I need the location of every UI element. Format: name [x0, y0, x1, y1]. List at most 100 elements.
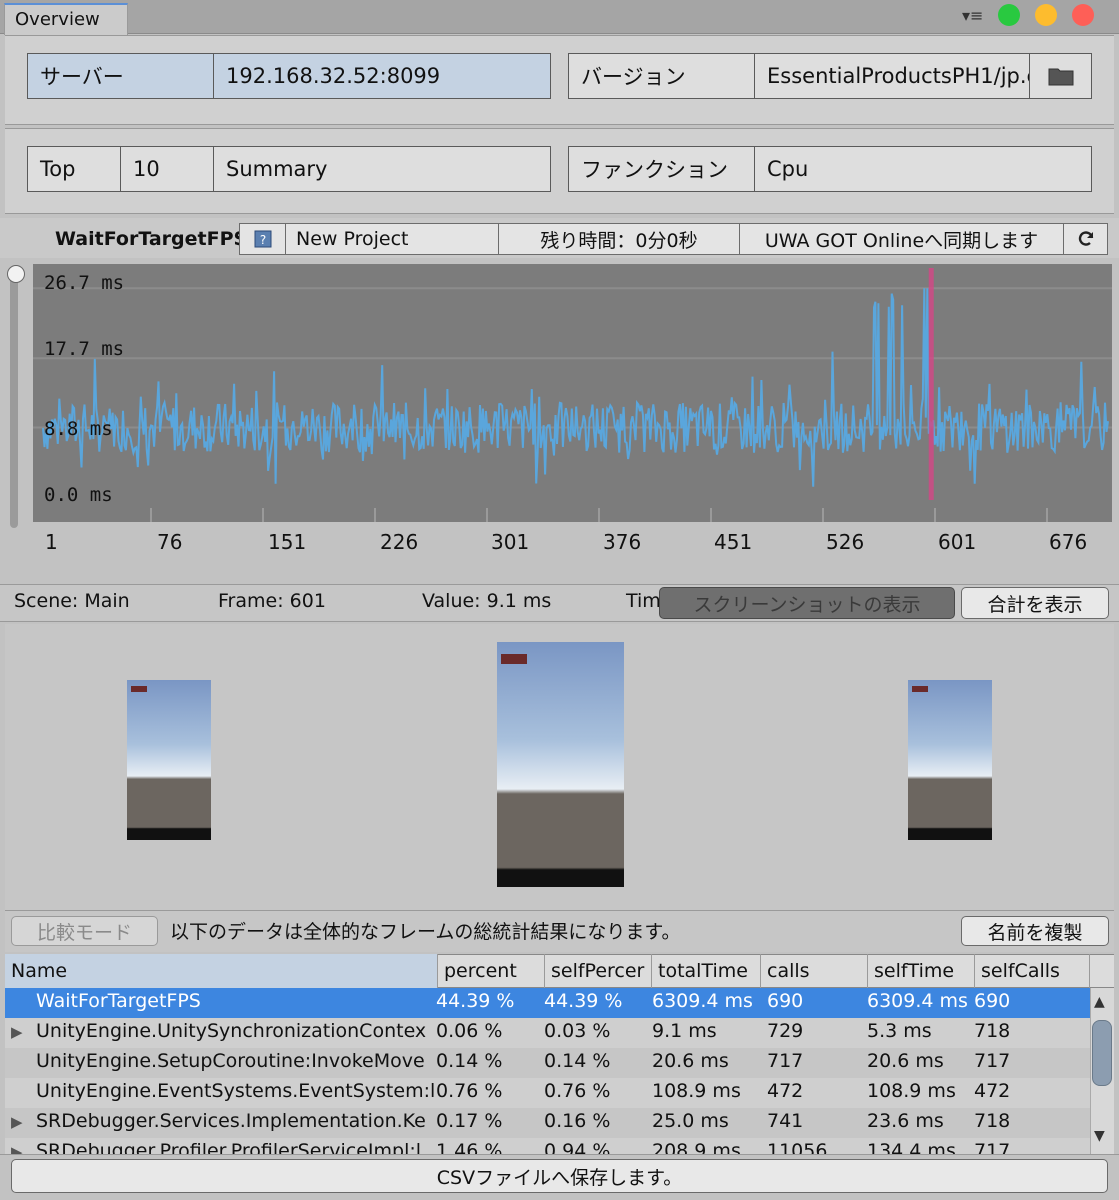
table-body: WaitForTargetFPS 44.39 % 44.39 % 6309.4 ms 6…: [0, 988, 1090, 1154]
refresh-button[interactable]: [1063, 223, 1108, 255]
column-header-selfpercent[interactable]: selfPercer: [545, 954, 652, 988]
row-totaltime: 208.9 ms: [652, 1140, 741, 1154]
row-calls: 11056: [767, 1140, 828, 1154]
table-row[interactable]: UnityEngine.EventSystems.EventSystem:l 0.…: [5, 1078, 1090, 1108]
table-row[interactable]: ▶ SRDebugger.Services.Implementation.Ke 0.…: [5, 1108, 1090, 1138]
row-name: SRDebugger.Profiler.ProfilerServiceImpl:…: [36, 1140, 422, 1154]
column-header-selftime[interactable]: selfTime: [868, 954, 975, 988]
row-percent: 1.46 %: [436, 1140, 503, 1154]
row-calls: 690: [767, 990, 804, 1012]
row-selfpercent: 0.03 %: [544, 1020, 611, 1042]
sync-online-button[interactable]: UWA GOT Onlineへ同期します: [739, 223, 1064, 255]
value-label: Value: 9.1 ms: [422, 590, 552, 612]
screenshot-thumbnail-next[interactable]: [908, 680, 992, 840]
project-icon: ?: [254, 230, 271, 248]
row-selfpercent: 0.76 %: [544, 1080, 611, 1102]
x-tick-label: 376: [603, 530, 642, 554]
time-label: Tim: [626, 590, 661, 612]
expand-arrow-icon[interactable]: ▶: [11, 1023, 23, 1041]
row-percent: 0.14 %: [436, 1050, 503, 1072]
screenshot-thumbnail-prev[interactable]: [127, 680, 211, 840]
row-selftime: 6309.4 ms: [867, 990, 968, 1012]
folder-icon: [1048, 68, 1073, 86]
function-field[interactable]: Cpu: [754, 146, 1092, 192]
column-header-totaltime[interactable]: totalTime: [652, 954, 761, 988]
column-header-selfcalls[interactable]: selfCalls: [975, 954, 1090, 988]
menu-icon[interactable]: ▾≡: [962, 6, 983, 25]
frame-time-chart[interactable]: [33, 264, 1112, 522]
vertical-slider-handle[interactable]: [7, 265, 25, 283]
scroll-up-arrow-icon[interactable]: ▲: [1094, 994, 1105, 1010]
x-tick-label: 151: [268, 530, 307, 554]
folder-button[interactable]: [1029, 53, 1092, 99]
row-selfcalls: 718: [974, 1020, 1011, 1042]
project-icon-button[interactable]: ?: [239, 223, 286, 255]
x-tick-label: 526: [826, 530, 865, 554]
svg-text:?: ?: [259, 233, 265, 247]
row-totaltime: 6309.4 ms: [652, 990, 753, 1012]
maximize-button[interactable]: [998, 4, 1020, 26]
refresh-icon: [1078, 231, 1093, 246]
chart-plot-area[interactable]: [33, 264, 1112, 522]
row-selftime: 108.9 ms: [867, 1080, 956, 1102]
mode-field[interactable]: Summary: [213, 146, 551, 192]
row-selfpercent: 44.39 %: [544, 990, 623, 1012]
scroll-down-arrow-icon[interactable]: ▼: [1094, 1128, 1105, 1144]
table-row[interactable]: ▶ SRDebugger.Profiler.ProfilerServiceImpl…: [5, 1138, 1090, 1154]
row-percent: 0.76 %: [436, 1080, 503, 1102]
show-screenshot-button[interactable]: スクリーンショットの表示: [659, 587, 955, 619]
selected-frame-marker[interactable]: [928, 268, 934, 500]
version-field[interactable]: EssentialProductsPH1/jp.c: [754, 53, 1030, 99]
table-row[interactable]: ▶ UnityEngine.UnitySynchronizationContex 0…: [5, 1018, 1090, 1048]
row-selfpercent: 0.94 %: [544, 1140, 611, 1154]
close-button[interactable]: [1072, 4, 1094, 26]
x-tick-label: 76: [157, 530, 183, 554]
y-tick-label: 26.7 ms: [44, 272, 125, 294]
row-percent: 44.39 %: [436, 990, 515, 1012]
scroll-thumb[interactable]: [1092, 1020, 1112, 1086]
y-tick-label: 0.0 ms: [44, 484, 113, 506]
table-row[interactable]: UnityEngine.SetupCoroutine:InvokeMove 0.1…: [5, 1048, 1090, 1078]
row-percent: 0.17 %: [436, 1110, 503, 1132]
server-field[interactable]: 192.168.32.52:8099: [213, 53, 551, 99]
screenshot-thumbnail-current[interactable]: [497, 642, 624, 887]
tab-overview[interactable]: Overview: [4, 3, 128, 35]
x-tick-label: 676: [1049, 530, 1088, 554]
expand-arrow-icon[interactable]: ▶: [11, 1113, 23, 1131]
frame-time-series-line: [42, 288, 1109, 487]
x-tick-label: 301: [491, 530, 530, 554]
show-total-button[interactable]: 合計を表示: [961, 587, 1109, 619]
row-calls: 717: [767, 1050, 804, 1072]
compare-mode-button[interactable]: 比較モード: [11, 916, 158, 946]
row-name: UnityEngine.SetupCoroutine:InvokeMove: [36, 1050, 425, 1072]
expand-arrow-icon[interactable]: ▶: [11, 1143, 23, 1154]
row-name: SRDebugger.Services.Implementation.Ke: [36, 1110, 426, 1132]
y-tick-label: 8.8 ms: [44, 418, 113, 440]
x-tick-label: 601: [938, 530, 977, 554]
minimize-button[interactable]: [1035, 4, 1057, 26]
top-label: Top: [27, 146, 121, 192]
version-label: バージョン: [568, 53, 755, 99]
column-header-calls[interactable]: calls: [761, 954, 868, 988]
row-name: WaitForTargetFPS: [36, 990, 201, 1012]
row-calls: 729: [767, 1020, 804, 1042]
row-calls: 472: [767, 1080, 804, 1102]
row-totaltime: 20.6 ms: [652, 1050, 729, 1072]
function-name-label: WaitForTargetFPS: [55, 228, 248, 250]
title-bar: [0, 0, 1119, 34]
row-selftime: 5.3 ms: [867, 1020, 932, 1042]
row-selfcalls: 472: [974, 1080, 1011, 1102]
row-selfcalls: 717: [974, 1050, 1011, 1072]
column-header-percent[interactable]: percent: [438, 954, 545, 988]
top-count-field[interactable]: 10: [120, 146, 214, 192]
table-row[interactable]: WaitForTargetFPS 44.39 % 44.39 % 6309.4 ms 6…: [5, 988, 1090, 1018]
project-name-field[interactable]: New Project: [285, 223, 499, 255]
scene-label: Scene: Main: [14, 590, 130, 612]
column-header-name[interactable]: Name: [5, 954, 438, 988]
row-selftime: 23.6 ms: [867, 1110, 944, 1132]
save-csv-button[interactable]: CSVファイルへ保存します。: [11, 1159, 1108, 1193]
x-tick-label: 226: [380, 530, 419, 554]
copy-name-button[interactable]: 名前を複製: [961, 916, 1109, 946]
vertical-slider-track[interactable]: [10, 270, 18, 528]
row-name: UnityEngine.UnitySynchronizationContex: [36, 1020, 427, 1042]
